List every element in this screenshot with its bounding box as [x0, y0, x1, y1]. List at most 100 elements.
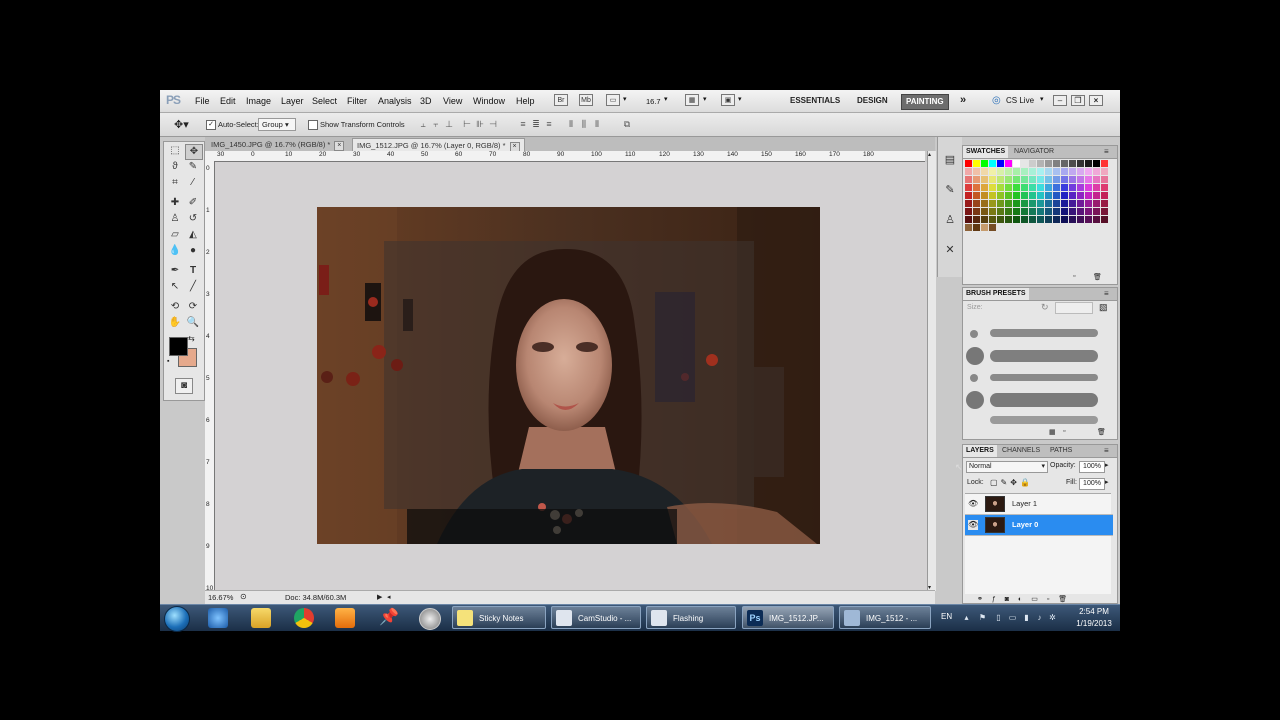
menu-layer[interactable]: Layer [281, 96, 304, 106]
color-swatch[interactable] [1005, 192, 1012, 199]
color-swatch[interactable] [1077, 208, 1084, 215]
color-swatch[interactable] [1045, 160, 1052, 167]
color-swatch[interactable] [1021, 208, 1028, 215]
tools-preset-icon[interactable]: ✕ [941, 241, 959, 259]
taskbar-sticky-notes[interactable]: Sticky Notes [452, 606, 546, 629]
color-swatch[interactable] [1085, 176, 1092, 183]
color-swatch[interactable] [981, 192, 988, 199]
color-swatch[interactable] [965, 160, 972, 167]
brush-preset-1[interactable] [966, 324, 1101, 344]
color-swatch[interactable] [1101, 200, 1108, 207]
color-swatch[interactable] [965, 176, 972, 183]
brush-panel-icon[interactable]: ✎ [941, 181, 959, 199]
color-swatch[interactable] [1013, 176, 1020, 183]
color-swatch[interactable] [981, 168, 988, 175]
color-swatch[interactable] [1069, 184, 1076, 191]
screen-mode-icon[interactable]: ▣ [721, 94, 735, 106]
cslive-icon[interactable]: ◎ [992, 95, 1001, 106]
workspace-painting[interactable]: PAINTING [901, 94, 949, 110]
mini-bridge-icon[interactable]: Mb [579, 94, 593, 106]
color-swatch[interactable] [1045, 192, 1052, 199]
color-swatch[interactable] [1045, 184, 1052, 191]
lock-icons[interactable]: ▢✎✥🔒 [990, 478, 1033, 487]
color-swatch[interactable] [989, 168, 996, 175]
zoom-status[interactable]: 16.67% [208, 593, 233, 602]
distribute-bottom-icon[interactable]: ≡ [544, 119, 554, 129]
color-swatch[interactable] [997, 160, 1004, 167]
color-swatch[interactable] [973, 176, 980, 183]
color-swatch[interactable] [1013, 184, 1020, 191]
close-button[interactable]: × [1089, 95, 1103, 106]
taskbar-flashing[interactable]: Flashing [646, 606, 736, 629]
tab-navigator[interactable]: NAVIGATOR [1011, 146, 1057, 158]
move-tool-icon[interactable]: ✥ [185, 144, 203, 160]
clone-stamp-icon[interactable]: ♙ [167, 212, 183, 226]
3d-rotate-icon[interactable]: ⟲ [167, 300, 183, 314]
color-swatch[interactable] [981, 184, 988, 191]
distribute-left-icon[interactable]: ⫴ [566, 119, 576, 129]
brush-toggle-icon[interactable]: ▦ [1049, 428, 1056, 436]
distribute-vcenter-icon[interactable]: ≣ [531, 119, 541, 129]
color-swatch[interactable] [1053, 216, 1060, 223]
color-swatch[interactable] [1085, 216, 1092, 223]
color-swatch[interactable] [1037, 168, 1044, 175]
align-top-icon[interactable]: ⫠ [418, 119, 428, 129]
align-right-icon[interactable]: ⊣ [488, 119, 498, 129]
size-slider-field[interactable] [1055, 302, 1093, 314]
color-swatch[interactable] [1005, 208, 1012, 215]
media-player-icon[interactable] [335, 608, 355, 628]
chevron-down-icon[interactable]: ▾ [664, 95, 668, 103]
network-icon[interactable]: ⚑ [978, 613, 987, 622]
path-select-icon[interactable]: ↖ [167, 280, 183, 294]
color-swatch[interactable] [1101, 208, 1108, 215]
fill-slider-icon[interactable]: ▸ [1105, 478, 1109, 486]
color-swatch[interactable] [1005, 200, 1012, 207]
eye-icon[interactable]: 👁 [968, 520, 978, 530]
tab-brush-presets[interactable]: BRUSH PRESETS [963, 288, 1029, 300]
tab-img-1512[interactable]: IMG_1512.JPG @ 16.7% (Layer 0, RGB/8) * × [352, 138, 525, 152]
color-swatch[interactable] [1005, 168, 1012, 175]
menu-filter[interactable]: Filter [347, 96, 367, 106]
restore-button[interactable]: ❐ [1071, 95, 1085, 106]
color-swatch[interactable] [1045, 216, 1052, 223]
color-swatch[interactable] [1029, 216, 1036, 223]
layer-row-layer-1[interactable]: 👁 Layer 1 [965, 494, 1113, 515]
color-swatch[interactable] [1013, 168, 1020, 175]
color-swatch[interactable] [1101, 160, 1108, 167]
color-swatch[interactable] [1085, 160, 1092, 167]
quick-select-icon[interactable]: ✎ [185, 160, 201, 174]
color-swatch[interactable] [1037, 184, 1044, 191]
color-swatch[interactable] [973, 184, 980, 191]
new-swatch-icon[interactable]: ▫ [1073, 273, 1075, 280]
chevron-down-icon[interactable]: ▾ [738, 95, 742, 103]
battery-icon[interactable]: ▯ [994, 613, 1003, 622]
align-left-icon[interactable]: ⊢ [462, 119, 472, 129]
workspace-design[interactable]: DESIGN [853, 94, 892, 108]
color-swatch[interactable] [981, 224, 988, 231]
3d-orbit-icon[interactable]: ⟳ [185, 300, 201, 314]
brush-preset-4[interactable] [966, 390, 1101, 410]
create-brush-icon[interactable]: ▫ [1063, 428, 1065, 435]
color-swatch[interactable] [1021, 200, 1028, 207]
start-button[interactable] [164, 606, 190, 632]
color-swatch[interactable] [1029, 176, 1036, 183]
paint-bucket-icon[interactable]: ◭ [185, 228, 201, 242]
distribute-top-icon[interactable]: ≡ [518, 119, 528, 129]
color-swatch[interactable] [1021, 176, 1028, 183]
taskbar-camstudio[interactable]: CamStudio - ... [551, 606, 641, 629]
color-swatch[interactable] [1013, 208, 1020, 215]
brush-preset-3[interactable] [966, 368, 1101, 388]
menu-window[interactable]: Window [473, 96, 505, 106]
color-swatch[interactable] [965, 224, 972, 231]
color-swatch[interactable] [981, 200, 988, 207]
scroll-left-icon[interactable]: ◂ [387, 593, 391, 601]
color-swatch[interactable] [1037, 208, 1044, 215]
color-swatch[interactable] [1021, 192, 1028, 199]
layer-0-photo[interactable] [317, 207, 820, 544]
arrange-documents-icon[interactable]: ▦ [685, 94, 699, 106]
color-swatch[interactable] [1101, 192, 1108, 199]
color-swatch[interactable] [981, 216, 988, 223]
color-swatch[interactable] [1077, 176, 1084, 183]
color-swatch[interactable] [1093, 168, 1100, 175]
color-swatch[interactable] [1013, 200, 1020, 207]
